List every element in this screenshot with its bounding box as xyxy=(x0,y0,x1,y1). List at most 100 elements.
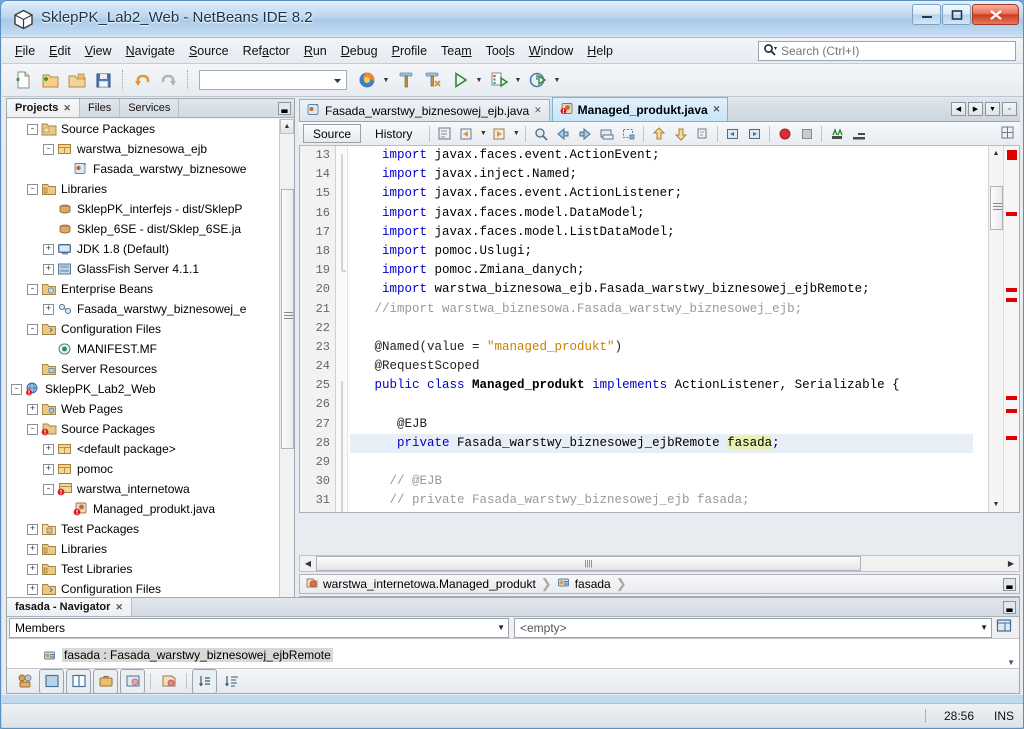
editor-scroll-thumb[interactable] xyxy=(990,186,1003,230)
new-project-icon[interactable] xyxy=(37,68,62,93)
back-dropdown-arrow[interactable]: ▼ xyxy=(478,130,488,137)
menu-refactor[interactable]: Refactor xyxy=(236,41,297,61)
profile-project-icon[interactable] xyxy=(525,68,550,93)
tree-node[interactable]: + Fasada_warstwy_biznesowej_e xyxy=(7,299,294,319)
scroll-up-icon[interactable]: ▲ xyxy=(280,119,294,134)
editor-tab-managed-produkt[interactable]: Managed_produkt.java ✕ xyxy=(551,97,729,121)
filter-icon[interactable] xyxy=(156,669,181,694)
save-all-icon[interactable] xyxy=(91,68,116,93)
code-line[interactable]: import javax.faces.model.ListDataModel; xyxy=(350,223,973,242)
navigator-secondary-combo[interactable]: <empty> ▼ xyxy=(514,617,992,638)
menu-debug[interactable]: Debug xyxy=(334,41,385,61)
next-bookmark-icon[interactable] xyxy=(574,124,595,144)
code-line[interactable]: import javax.faces.model.DataModel; xyxy=(350,204,973,223)
show-constructors-icon[interactable] xyxy=(66,668,91,694)
menu-file[interactable]: File xyxy=(8,41,42,61)
code-line[interactable] xyxy=(350,319,973,338)
code-line[interactable]: private Fasada_warstwy_biznesowej_ejbRem… xyxy=(350,433,973,453)
back-icon[interactable] xyxy=(456,124,477,144)
shift-right-icon[interactable] xyxy=(670,124,691,144)
code-line[interactable]: @Named(value = "managed_produkt") xyxy=(350,338,973,357)
code-line[interactable]: import warstwa_biznesowa_ejb.Fasada_wars… xyxy=(350,280,973,299)
format-icon[interactable] xyxy=(692,124,713,144)
expand-icon[interactable]: + xyxy=(43,243,54,255)
code-line[interactable]: @RequestScoped xyxy=(350,357,973,376)
shift-left-icon[interactable] xyxy=(648,124,669,144)
next-tab-icon[interactable]: ▶ xyxy=(968,102,983,116)
project-config-combo[interactable] xyxy=(199,70,347,90)
collapse-icon[interactable]: - xyxy=(11,383,22,395)
project-tree[interactable]: - Source Packages - warstwa_biznesowa_ejb ° F… xyxy=(7,119,294,675)
build-project-icon[interactable] xyxy=(393,68,418,93)
tree-node[interactable]: + <default package> xyxy=(7,439,294,459)
navigator-members-combo[interactable]: Members ▼ xyxy=(9,617,509,638)
undo-icon[interactable] xyxy=(129,68,154,93)
profile-dropdown-arrow[interactable]: ▼ xyxy=(552,77,562,84)
tree-node[interactable]: - Enterprise Beans xyxy=(7,279,294,299)
expand-icon[interactable]: + xyxy=(27,403,38,415)
tree-node[interactable]: ° Fasada_warstwy_biznesowe xyxy=(7,159,294,179)
expand-icon[interactable]: + xyxy=(27,563,38,575)
close-icon[interactable]: ✕ xyxy=(63,103,71,114)
minimize-button[interactable] xyxy=(912,4,941,25)
toggle-highlight-icon[interactable] xyxy=(826,124,847,144)
chevron-down-icon[interactable]: ▼ xyxy=(980,623,988,632)
tab-files[interactable]: Files xyxy=(80,99,121,117)
editor-expand-icon[interactable] xyxy=(1001,126,1014,142)
hscroll-thumb[interactable]: |||| xyxy=(316,556,861,571)
navigator-scroll-down-icon[interactable]: ▼ xyxy=(1007,658,1015,667)
prev-tab-icon[interactable]: ◀ xyxy=(951,102,966,116)
expand-icon[interactable]: + xyxy=(27,583,38,595)
code-line[interactable]: //import warstwa_biznesowa.Fasada_warstw… xyxy=(350,300,973,319)
tree-node[interactable]: SklepPK_interfejs - dist/SklepP xyxy=(7,199,294,219)
scroll-left-icon[interactable]: ◀ xyxy=(300,556,316,571)
error-summary-icon[interactable] xyxy=(1007,150,1017,160)
show-methods-icon[interactable] xyxy=(93,668,118,694)
stop-macro-icon[interactable] xyxy=(796,124,817,144)
history-view-button[interactable]: History xyxy=(365,124,422,143)
tree-node[interactable]: + GlassFish Server 4.1.1 xyxy=(7,259,294,279)
code-line[interactable]: // @EJB xyxy=(350,472,973,491)
breadcrumb-field-label[interactable]: fasada xyxy=(575,577,611,591)
menu-team[interactable]: Team xyxy=(434,41,479,61)
menu-help[interactable]: Help xyxy=(580,41,620,61)
close-icon[interactable]: ✕ xyxy=(534,105,542,116)
sort-position-icon[interactable] xyxy=(219,669,244,694)
tree-node[interactable]: - Source Packages xyxy=(7,419,294,439)
uncomment-icon[interactable] xyxy=(744,124,765,144)
source-view-button[interactable]: Source xyxy=(303,124,362,143)
collapse-icon[interactable]: - xyxy=(27,283,38,295)
debug-dropdown-arrow[interactable]: ▼ xyxy=(513,77,523,84)
menu-run[interactable]: Run xyxy=(297,41,334,61)
previous-bookmark-icon[interactable] xyxy=(552,124,573,144)
error-marker[interactable] xyxy=(1006,409,1017,413)
menu-source[interactable]: Source xyxy=(182,41,236,61)
last-edit-icon[interactable] xyxy=(434,124,455,144)
scroll-down-icon[interactable]: ▼ xyxy=(989,497,1003,512)
redo-icon[interactable] xyxy=(156,68,181,93)
maximize-icon[interactable]: ▫ xyxy=(1002,102,1017,116)
code-line[interactable]: import javax.faces.event.ActionListener; xyxy=(350,184,973,203)
hscroll-track[interactable]: |||| xyxy=(316,556,1003,571)
code-line[interactable]: // private Fasada_warstwy_biznesowej_ejb… xyxy=(350,491,973,510)
collapse-icon[interactable]: - xyxy=(43,483,54,495)
chevron-down-icon[interactable]: ▼ xyxy=(497,623,505,632)
tree-node[interactable]: + pomoc xyxy=(7,459,294,479)
navigator-panel-icon[interactable] xyxy=(996,618,1012,637)
toggle-bookmark-icon[interactable] xyxy=(596,124,617,144)
tree-node[interactable]: - Configuration Files xyxy=(7,319,294,339)
tree-node[interactable]: - SklepPK_Lab2_Web xyxy=(7,379,294,399)
close-icon[interactable]: ✕ xyxy=(713,104,721,115)
code-fold-bar[interactable] xyxy=(336,146,348,512)
code-line[interactable]: @EJB xyxy=(350,415,973,434)
forward-dropdown-arrow[interactable]: ▼ xyxy=(511,130,521,137)
navigator-minimize-icon[interactable]: ▃ xyxy=(1003,601,1016,614)
list-item[interactable]: fasada : Fasada_warstwy_biznesowej_ejbRe… xyxy=(7,645,1019,665)
toggle-ruler-icon[interactable] xyxy=(848,124,869,144)
breadcrumb-minimize-icon[interactable]: ▃ xyxy=(1003,578,1016,591)
scroll-thumb[interactable] xyxy=(281,189,294,449)
code-line[interactable]: import javax.faces.event.ActionEvent; xyxy=(350,146,973,165)
expand-icon[interactable]: + xyxy=(43,463,54,475)
error-marker[interactable] xyxy=(1006,212,1017,216)
tab-navigator[interactable]: fasada - Navigator ✕ xyxy=(7,598,132,616)
